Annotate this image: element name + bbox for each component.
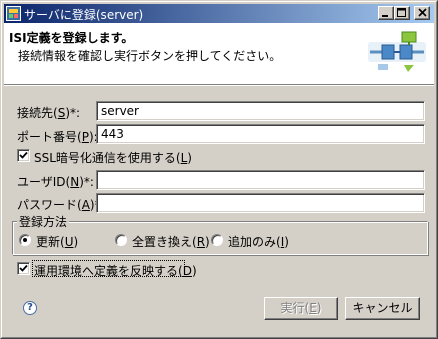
ssl-label[interactable]: SSL暗号化通信を使用する(L) [34, 149, 192, 166]
radio-add-only[interactable] [211, 234, 223, 246]
maximize-icon [397, 8, 406, 17]
connection-diagram-icon [368, 31, 426, 72]
radio-replace-all[interactable] [115, 234, 127, 246]
close-icon [417, 8, 427, 17]
user-id-label: ユーザID(N)*: [17, 175, 94, 189]
execute-button[interactable]: 実行(E) [264, 297, 338, 320]
password-label: パスワード(A)*: [17, 198, 105, 212]
window-title: サーバに登録(server) [24, 8, 144, 22]
radio-update[interactable] [19, 234, 31, 246]
dialog-header: ISI定義を登録します。 接続情報を確認し実行ボタンを押してください。 [4, 23, 434, 86]
ssl-checkbox[interactable] [17, 149, 30, 162]
port-label: ポート番号(P): [17, 130, 98, 144]
user-id-input[interactable] [96, 170, 425, 190]
destination-label: 接続先(S)*: [17, 106, 81, 120]
checkmark-icon [19, 151, 28, 159]
title-bar[interactable]: サーバに登録(server) [4, 4, 434, 23]
apply-env-label[interactable]: 運用環境へ定義を反映する(D) [34, 262, 197, 279]
radio-replace-all-label[interactable]: 全置き換え(R) [132, 233, 210, 250]
destination-input[interactable]: server [96, 101, 425, 121]
radio-update-label[interactable]: 更新(U) [36, 233, 78, 250]
app-icon [6, 6, 21, 21]
registration-method-title: 登録方法 [17, 213, 70, 230]
password-input[interactable] [96, 193, 425, 213]
dialog-window: サーバに登録(server) ISI定義を登録します。 接続情報を確認し実行ボタ… [0, 0, 438, 339]
port-input[interactable]: 443 [96, 124, 425, 144]
checkmark-icon [19, 264, 28, 272]
header-description: 接続情報を確認し実行ボタンを押してください。 [18, 49, 282, 63]
radio-add-only-label[interactable]: 追加のみ(I) [228, 233, 289, 250]
minimize-icon [382, 15, 388, 17]
apply-env-checkbox[interactable] [17, 262, 30, 275]
radio-selected-dot [23, 238, 27, 242]
maximize-button[interactable] [394, 6, 410, 20]
close-button[interactable] [414, 6, 430, 20]
cancel-button[interactable]: キャンセル [345, 297, 420, 320]
help-icon[interactable]: ? [23, 301, 37, 315]
header-title: ISI定義を登録します。 [9, 31, 134, 45]
minimize-button[interactable] [378, 6, 394, 20]
